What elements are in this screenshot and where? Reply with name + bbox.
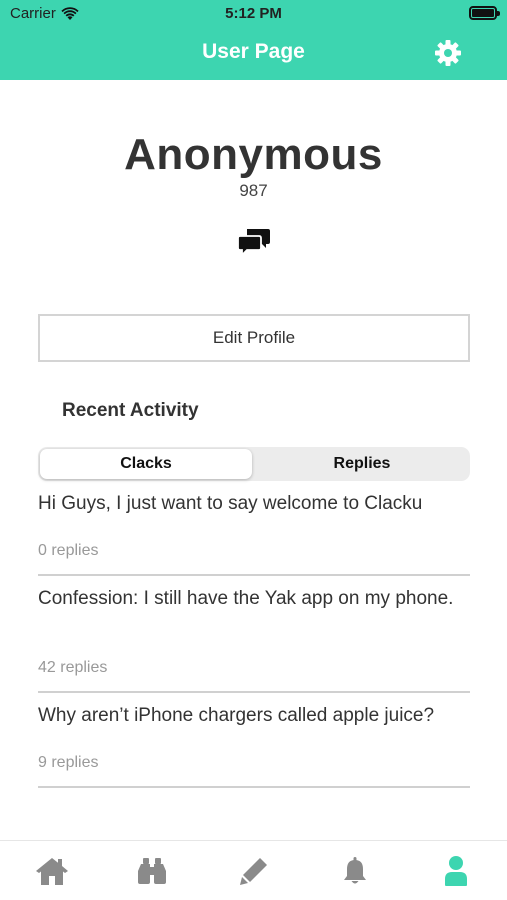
edit-profile-button[interactable]: Edit Profile: [38, 314, 470, 362]
binoculars-icon: [138, 858, 166, 884]
edit-profile-label: Edit Profile: [212, 328, 296, 347]
status-bar: Carrier 5:12 PM: [0, 0, 507, 28]
gear-icon: [435, 40, 461, 66]
messages-button[interactable]: [237, 227, 271, 258]
tab-profile[interactable]: [438, 853, 474, 889]
tab-replies[interactable]: Replies: [256, 449, 468, 479]
post-replies: 0 replies: [38, 542, 99, 559]
status-time: 5:12 PM: [225, 5, 282, 22]
post-text: Hi Guys, I just want to say welcome to C…: [38, 493, 423, 514]
profile-score: 987: [239, 181, 268, 200]
list-item[interactable]: Confession: I still have the Yak app on …: [38, 587, 470, 693]
tab-home[interactable]: [34, 853, 70, 889]
user-icon: [445, 856, 467, 886]
activity-segmented-control: Clacks Replies: [38, 447, 470, 481]
battery-icon: [469, 6, 500, 20]
tab-explore[interactable]: [134, 853, 170, 889]
tab-clacks-label: Clacks: [120, 455, 172, 472]
profile-name: Anonymous: [124, 130, 383, 179]
bell-icon: [344, 857, 366, 884]
tab-replies-label: Replies: [333, 455, 391, 472]
page-title: User Page: [202, 40, 305, 63]
chat-bubbles-icon: [237, 229, 270, 258]
tab-bar: [0, 840, 507, 900]
post-replies: 42 replies: [38, 659, 108, 676]
tab-notifications[interactable]: [337, 853, 373, 889]
home-icon: [36, 858, 68, 885]
post-replies: 9 replies: [38, 754, 99, 771]
recent-activity-title: Recent Activity: [62, 400, 199, 421]
post-text: Why aren’t iPhone chargers called apple …: [38, 705, 435, 726]
pencil-icon: [240, 858, 267, 885]
list-item[interactable]: Why aren’t iPhone chargers called apple …: [38, 704, 470, 788]
list-item[interactable]: Hi Guys, I just want to say welcome to C…: [38, 492, 470, 576]
tab-clacks[interactable]: Clacks: [40, 449, 252, 479]
post-text: Confession: I still have the Yak app on …: [38, 588, 454, 609]
settings-button[interactable]: [433, 38, 463, 68]
tab-compose[interactable]: [236, 853, 272, 889]
header: Carrier 5:12 PM User Page: [0, 0, 507, 80]
